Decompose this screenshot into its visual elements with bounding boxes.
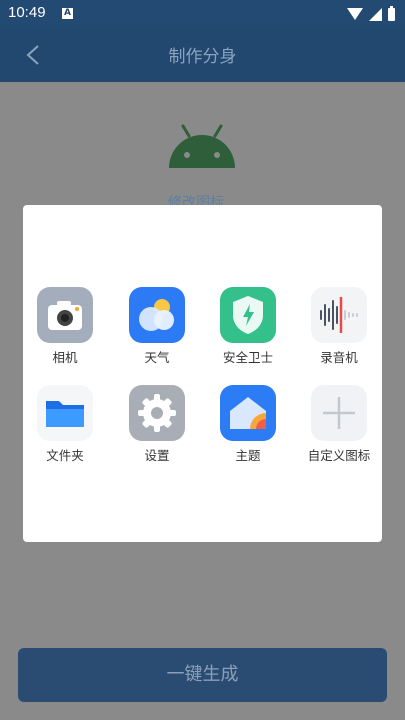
app-option-folder[interactable]: 文件夹 (25, 385, 105, 464)
app-option-weather[interactable]: 天气 (117, 287, 197, 366)
wifi-icon (347, 8, 363, 20)
app-label: 设置 (144, 448, 170, 463)
generate-button[interactable]: 一键生成 (18, 648, 387, 702)
notification-icon: A (62, 8, 73, 19)
settings-icon (129, 385, 185, 441)
app-option-camera[interactable]: 相机 (25, 287, 105, 366)
app-label: 自定义图标 (307, 448, 371, 463)
status-icons (347, 5, 395, 22)
app-bar: 制作分身 (0, 28, 405, 82)
app-label: 天气 (144, 350, 170, 365)
security-icon (220, 287, 276, 343)
battery-icon (388, 5, 395, 21)
page-title: 制作分身 (168, 47, 237, 67)
app-label: 主题 (235, 448, 261, 463)
add-icon (311, 385, 367, 441)
app-option-theme[interactable]: 主题 (208, 385, 288, 464)
app-option-security[interactable]: 安全卫士 (208, 287, 288, 366)
theme-icon (220, 385, 276, 441)
app-option-recorder[interactable]: 录音机 (299, 287, 379, 366)
android-icon (169, 124, 235, 168)
app-label: 录音机 (320, 350, 358, 365)
camera-icon (37, 287, 93, 343)
app-label: 文件夹 (46, 448, 84, 463)
app-option-custom[interactable]: 自定义图标 (299, 385, 379, 464)
app-label: 安全卫士 (222, 350, 273, 365)
status-bar: 10:49 A (0, 0, 405, 28)
recorder-icon (311, 287, 367, 343)
app-option-settings[interactable]: 设置 (117, 385, 197, 464)
folder-icon (37, 385, 93, 441)
signal-icon (369, 7, 382, 21)
weather-icon (129, 287, 185, 343)
status-time: 10:49 (8, 4, 46, 21)
icon-picker-dialog: 相机 天气 安全卫士 录音机 文件夹 设置 主题 自定义图标 (23, 205, 382, 542)
app-label: 相机 (52, 350, 78, 365)
